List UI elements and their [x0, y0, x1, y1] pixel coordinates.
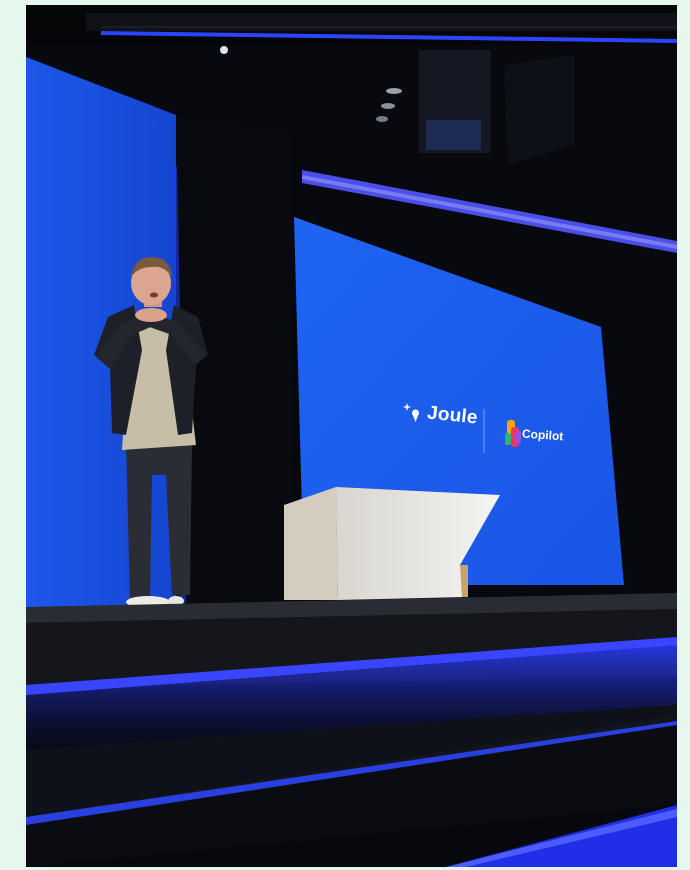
stage-photo: Joule Copilot [26, 5, 677, 867]
ceiling-truss [86, 13, 677, 31]
copilot-label: Copilot [521, 426, 564, 444]
podium-side [284, 487, 338, 600]
ceiling-light [220, 46, 228, 54]
stage-scene [26, 5, 677, 867]
